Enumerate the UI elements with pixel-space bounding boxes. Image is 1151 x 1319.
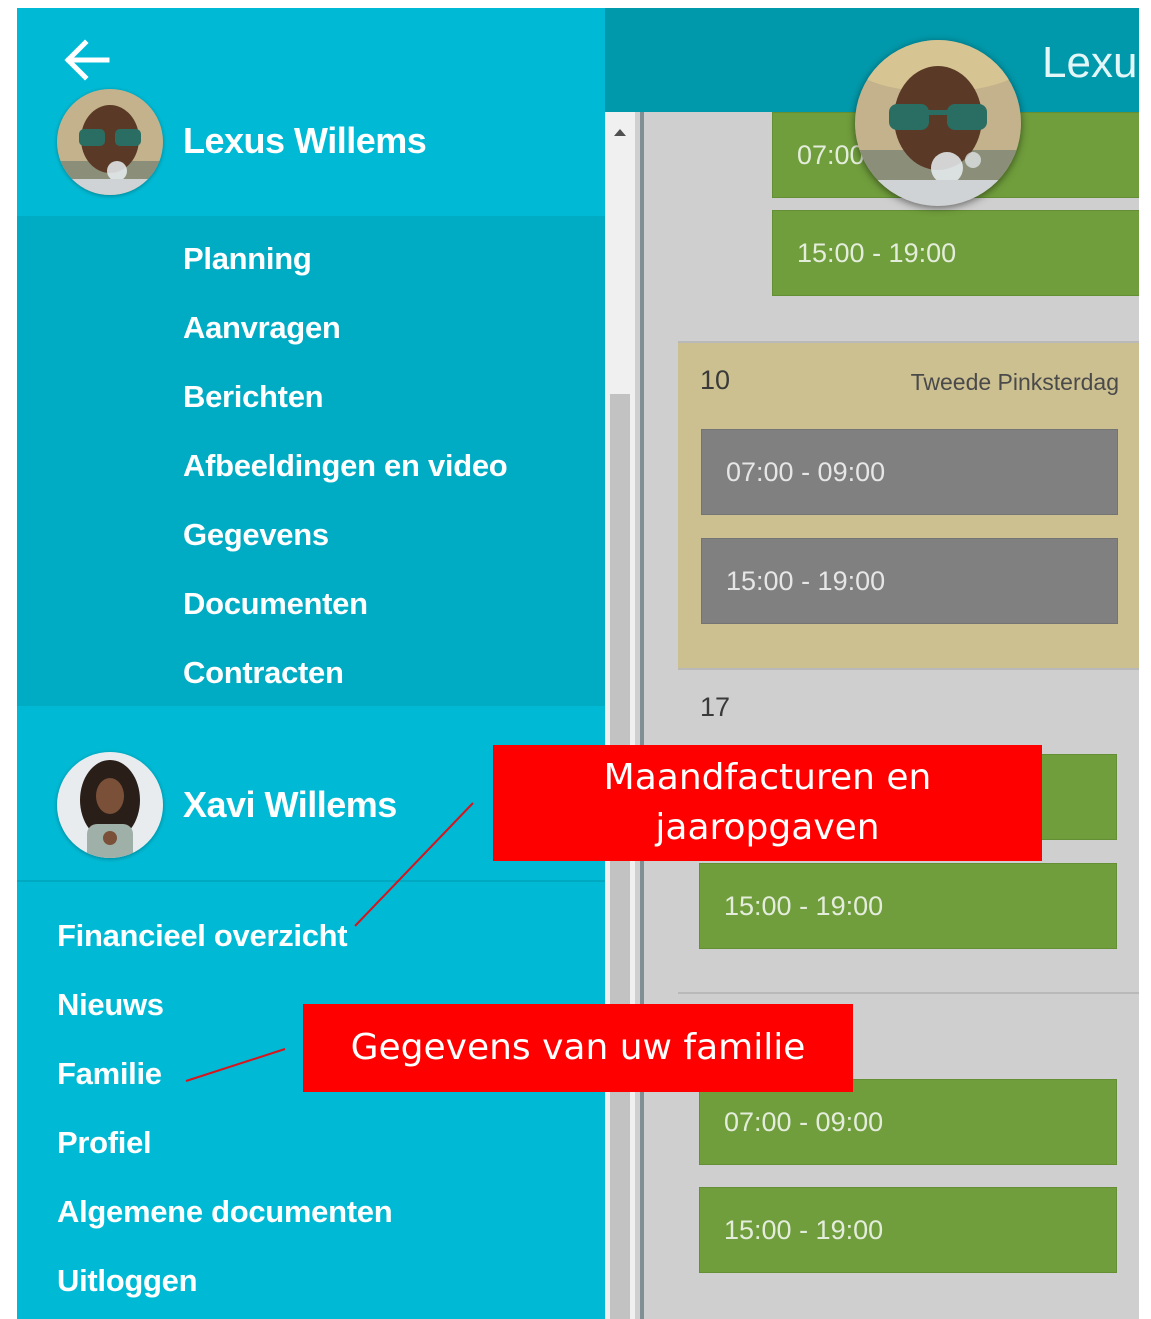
time-slot-unavailable[interactable]: 07:00 - 09:00 (701, 429, 1118, 515)
menu-item-planning[interactable]: Planning (183, 241, 312, 277)
menu-item-uitloggen[interactable]: Uitloggen (57, 1263, 198, 1299)
day-number: 17 (700, 692, 731, 722)
time-slot[interactable]: 15:00 - 19:00 (699, 863, 1117, 949)
child-photo (57, 89, 163, 195)
menu-item-afbeeldingen[interactable]: Afbeeldingen en video (183, 448, 508, 484)
scroll-up-arrow-icon (614, 129, 626, 136)
menu-item-nieuws[interactable]: Nieuws (57, 987, 164, 1023)
time-slot-unavailable[interactable]: 15:00 - 19:00 (701, 538, 1118, 624)
menu-item-algemene-documenten[interactable]: Algemene documenten (57, 1194, 393, 1230)
menu-item-contracten[interactable]: Contracten (183, 655, 344, 691)
child-photo (855, 40, 1021, 206)
avatar (57, 89, 163, 195)
navigation-drawer: Lexus Willems Planning Aanvragen Bericht… (17, 8, 605, 1319)
time-slot[interactable]: 15:00 - 19:00 (772, 210, 1139, 296)
menu-item-gegevens[interactable]: Gegevens (183, 517, 329, 553)
day-number: 10 (700, 365, 731, 395)
child-name: Xavi Willems (183, 784, 397, 825)
callout-text: Maandfacturen en (603, 757, 932, 798)
avatar (57, 752, 163, 858)
child-photo (57, 752, 163, 858)
time-slot[interactable]: 15:00 - 19:00 (699, 1187, 1117, 1273)
scroll-up-button[interactable] (605, 112, 635, 148)
calendar-day-holiday: 10 Tweede Pinksterdag 07:00 - 09:00 15:0… (678, 341, 1139, 668)
drawer-scrollbar[interactable] (605, 112, 635, 1319)
child-header-lexus[interactable]: Lexus Willems (17, 89, 605, 216)
callout-familie: Gegevens van uw familie (303, 1004, 853, 1092)
menu-item-berichten[interactable]: Berichten (183, 379, 324, 415)
back-arrow-icon (64, 39, 110, 81)
menu-item-aanvragen[interactable]: Aanvragen (183, 310, 341, 346)
menu-item-financieel-overzicht[interactable]: Financieel overzicht (57, 918, 348, 954)
calendar-panel: Lexu 07:00 - 09:00 15:00 - 19:00 10 Twee… (605, 8, 1139, 1319)
child-submenu: Planning Aanvragen Berichten Afbeeldinge… (17, 216, 605, 706)
drawer-content: Lexus Willems Planning Aanvragen Bericht… (17, 89, 605, 1319)
calendar-divider (640, 112, 644, 1319)
menu-item-familie[interactable]: Familie (57, 1056, 162, 1092)
menu-item-profiel[interactable]: Profiel (57, 1125, 152, 1161)
callout-text: jaaropgaven (655, 807, 880, 848)
menu-item-documenten[interactable]: Documenten (183, 586, 368, 622)
child-avatar-large[interactable] (855, 40, 1021, 206)
back-button[interactable] (57, 30, 117, 90)
callout-maandfacturen: Maandfacturen en jaaropgaven (493, 745, 1042, 861)
drawer-divider (17, 880, 605, 882)
holiday-label: Tweede Pinksterdag (910, 369, 1119, 395)
child-name: Lexus Willems (183, 120, 427, 161)
